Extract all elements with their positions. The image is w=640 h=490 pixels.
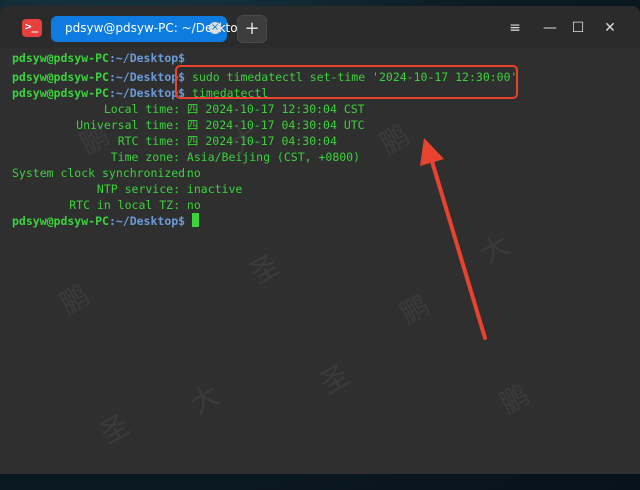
annotation-arrow-icon xyxy=(420,138,487,340)
terminal-window: >_ pdsyw@pdsyw-PC: ~/Desktop × + ≡ — ☐ ✕… xyxy=(0,6,640,474)
